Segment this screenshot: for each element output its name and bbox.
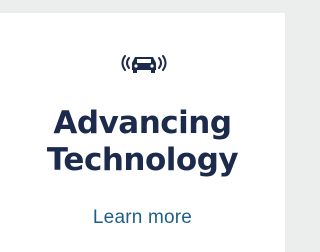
card-title: Advancing Technology: [0, 105, 285, 179]
learn-more-link[interactable]: Learn more: [0, 206, 285, 230]
feature-card: Advancing Technology Learn more: [0, 13, 285, 252]
card-title-line-2: Technology: [46, 142, 239, 178]
card-title-line-1: Advancing: [53, 105, 232, 141]
car-signal-icon: [121, 55, 167, 73]
